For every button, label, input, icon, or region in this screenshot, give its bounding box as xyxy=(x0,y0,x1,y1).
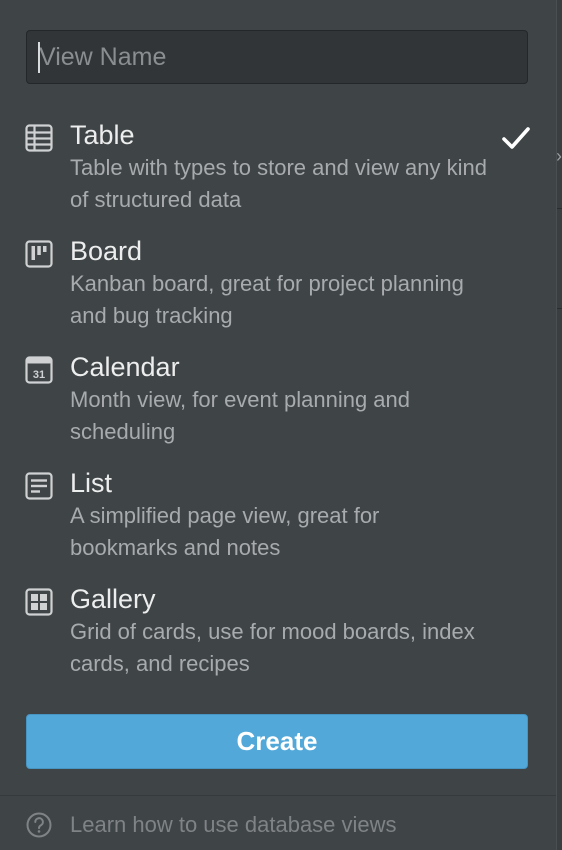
divider xyxy=(556,208,562,209)
view-option-table[interactable]: Table Table with types to store and view… xyxy=(0,112,556,228)
view-option-title: Board xyxy=(70,236,143,266)
list-icon xyxy=(25,472,53,500)
view-option-gallery[interactable]: Gallery Grid of cards, use for mood boar… xyxy=(0,576,556,692)
view-option-description: Kanban board, great for project planning… xyxy=(70,271,464,328)
help-link[interactable]: Learn how to use database views xyxy=(26,806,397,844)
view-name-input[interactable] xyxy=(39,42,515,72)
calendar-icon-day: 31 xyxy=(33,369,45,381)
board-icon xyxy=(25,240,53,268)
gallery-icon xyxy=(25,588,53,616)
help-link-label: Learn how to use database views xyxy=(70,812,397,837)
question-mark-icon xyxy=(26,812,52,838)
view-option-calendar[interactable]: 31 Calendar Month view, for event planni… xyxy=(0,344,556,460)
text-caret xyxy=(38,42,40,73)
view-type-list: Table Table with types to store and view… xyxy=(0,112,556,692)
view-option-board[interactable]: Board Kanban board, great for project pl… xyxy=(0,228,556,344)
table-icon xyxy=(25,124,53,152)
view-option-list[interactable]: List A simplified page view, great for b… xyxy=(0,460,556,576)
divider xyxy=(0,795,556,796)
view-option-title: Calendar xyxy=(70,352,180,382)
chevron-right-icon: › xyxy=(556,146,562,166)
view-name-field[interactable] xyxy=(26,30,528,84)
add-view-popup: Table Table with types to store and view… xyxy=(0,0,556,850)
background-sidebar: › xyxy=(556,0,562,850)
calendar-icon: 31 xyxy=(25,356,53,384)
create-button[interactable]: Create xyxy=(26,714,528,769)
view-option-description: Month view, for event planning and sched… xyxy=(70,387,411,444)
view-option-description: Table with types to store and view any k… xyxy=(70,155,488,212)
view-option-title: Table xyxy=(70,120,135,150)
view-option-title: List xyxy=(70,468,113,498)
checkmark-icon xyxy=(502,127,530,149)
divider xyxy=(556,308,562,309)
view-option-description: Grid of cards, use for mood boards, inde… xyxy=(70,619,475,676)
view-option-title: Gallery xyxy=(70,584,156,614)
view-option-description: A simplified page view, great for bookma… xyxy=(70,503,380,560)
